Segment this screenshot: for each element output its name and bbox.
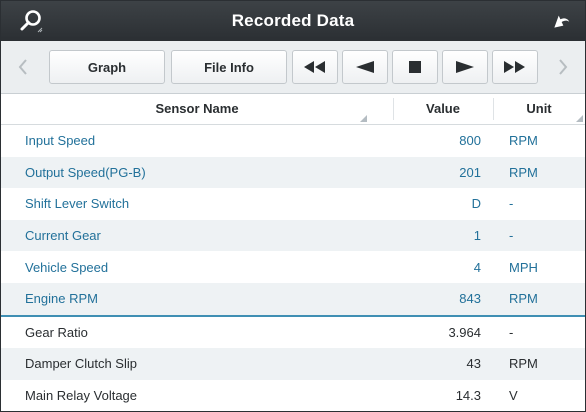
rewind-button[interactable] [292,50,338,84]
sensor-unit: MPH [509,259,538,275]
sensor-value: 43 [466,356,481,372]
sensor-unit: RPM [509,291,538,307]
table-row[interactable]: Gear Ratio 3.964 - [1,314,585,349]
sensor-name: Shift Lever Switch [25,196,130,212]
chevron-right-icon[interactable] [551,50,575,84]
table-header: Sensor Name Value Unit [1,94,585,125]
sensor-unit: V [509,388,518,404]
page-title: Recorded Data [231,11,355,30]
table-row[interactable]: Engine RPM 843 RPM [1,282,585,315]
sensor-name: Gear Ratio [25,324,88,340]
sensor-value: 3.964 [448,324,481,340]
table-row[interactable]: Input Speed 800 RPM [1,125,585,157]
title-bar: Recorded Data [1,1,585,41]
sensor-value: 201 [459,164,481,180]
toolbar: Graph File Info [1,41,585,94]
table-row[interactable]: Output Speed(PG-B) 201 RPM [1,156,585,189]
sensor-table: Input Speed 800 RPM Output Speed(PG-B) 2… [1,125,585,412]
graph-button-label: Graph [87,59,127,75]
sort-indicator-icon [576,115,583,122]
sensor-value: 14.3 [455,388,481,404]
sensor-unit: - [509,228,514,244]
play-icon [456,61,474,73]
stop-icon [409,61,421,73]
column-header-value[interactable]: Value [393,94,493,124]
sensor-value: 800 [459,133,481,149]
search-icon[interactable] [9,5,53,37]
back-arrow-icon[interactable] [537,5,581,37]
sensor-value: 1 [473,228,481,244]
table-row[interactable]: Shift Lever Switch D - [1,188,585,220]
step-back-icon [356,61,374,73]
sensor-name: Output Speed(PG-B) [25,164,146,180]
fast-forward-button[interactable] [492,50,538,84]
column-header-unit[interactable]: Unit [493,94,585,124]
step-back-button[interactable] [342,50,388,84]
sensor-value: 843 [459,291,481,307]
sensor-name: Engine RPM [25,291,98,307]
sensor-name: Main Relay Voltage [25,388,138,404]
table-row[interactable]: Main Relay Voltage 14.3 V [1,379,585,412]
file-info-button-label: File Info [204,59,254,75]
rewind-icon [304,61,325,73]
table-row[interactable]: Current Gear 1 - [1,219,585,252]
stop-button[interactable] [392,50,438,84]
table-row[interactable]: Damper Clutch Slip 43 RPM [1,348,585,380]
sensor-unit: RPM [509,133,538,149]
sensor-unit: - [509,196,514,212]
sensor-name: Input Speed [25,133,96,149]
sensor-unit: - [509,324,514,340]
table-row[interactable]: Vehicle Speed 4 MPH [1,251,585,283]
sort-indicator-icon [360,115,367,122]
recorded-data-screen: Recorded Data Graph File Info Sensor Nam… [0,0,586,412]
sensor-unit: RPM [509,164,538,180]
column-header-sensor-name[interactable]: Sensor Name [1,94,393,124]
sensor-name: Current Gear [25,228,101,244]
sensor-name: Damper Clutch Slip [25,356,137,372]
sensor-value: D [471,196,481,212]
sensor-name: Vehicle Speed [25,259,109,275]
sensor-value: 4 [473,259,481,275]
sensor-unit: RPM [509,356,538,372]
file-info-button[interactable]: File Info [171,50,287,84]
play-button[interactable] [442,50,488,84]
graph-button[interactable]: Graph [49,50,165,84]
fast-forward-icon [504,61,525,73]
chevron-left-icon[interactable] [11,50,35,84]
